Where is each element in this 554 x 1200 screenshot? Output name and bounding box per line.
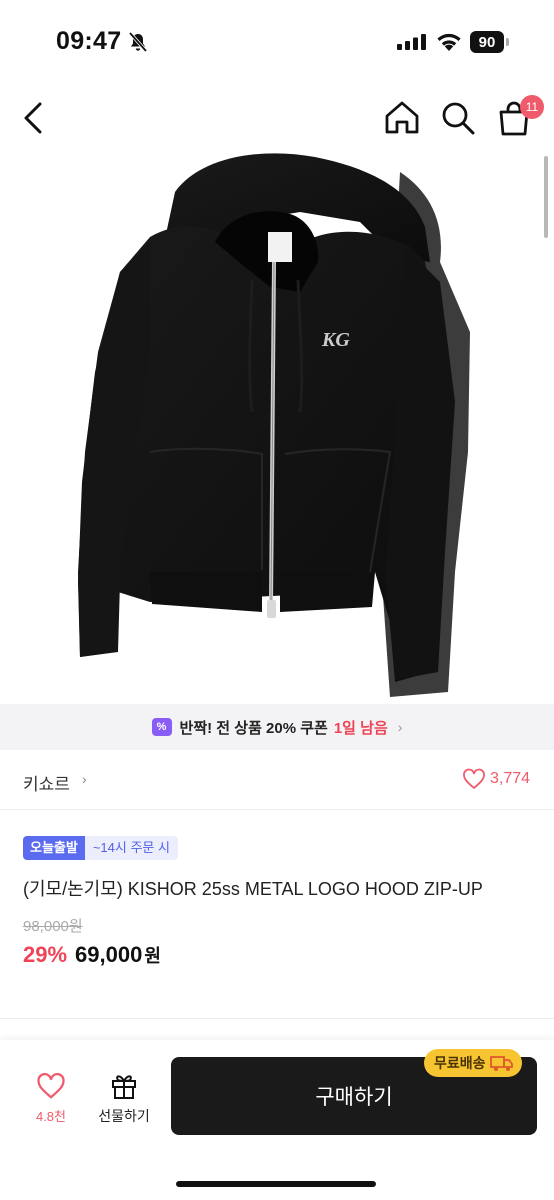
section-divider [0,1018,554,1019]
chevron-right-icon: › [82,771,87,787]
original-price: 98,000원 [23,918,83,935]
discount-rate: 29% [23,942,68,967]
bell-off-icon [128,31,148,53]
battery-tip [506,38,509,46]
heart-outline-icon [463,768,485,790]
coupon-banner[interactable]: % 반짝! 전 상품 20% 쿠폰 1일 남음 › [0,704,554,750]
coupon-icon: % [151,718,172,736]
heart-outline-icon [37,1073,65,1099]
search-icon[interactable] [438,98,478,138]
coupon-remaining: 1일 남음 [333,719,388,737]
chevron-right-icon: › [397,719,403,735]
battery-level: 90 [470,31,504,53]
wishlist-count: 4.8천 [35,1109,67,1124]
coupon-text: 반짝! 전 상품 20% 쿠폰 [179,719,328,737]
cellular-signal-icon [397,34,426,50]
like-count: 3,774 [490,770,531,787]
today-shipping-badge: 오늘출발 [23,836,85,860]
truck-icon [489,1056,513,1071]
currency-unit: 원 [144,946,161,966]
sale-price: 69,000 [75,942,143,967]
product-info: 오늘출발 ~14시 주문 시 (기모/논기모) KISHOR 25ss META… [23,836,533,968]
hoodie-illustration: KG [78,153,470,697]
gift-icon [112,1075,136,1099]
metal-logo: KG [321,329,350,351]
product-title: (기모/논기모) KISHOR 25ss METAL LOGO HOOD ZIP… [23,879,483,899]
status-time: 09:47 [56,27,122,55]
brand-link[interactable]: 키쇼르 [23,770,70,795]
battery-indicator: 90 [470,31,510,53]
back-arrow-icon[interactable] [18,98,50,138]
product-image[interactable]: KG [0,152,554,704]
brand-row: 키쇼르 › 3,774 [0,750,554,810]
free-shipping-label: 무료배송 [434,1055,486,1071]
cart-count-badge: 11 [520,95,544,119]
scroll-indicator [544,156,548,238]
order-cutoff-badge: ~14시 주문 시 [84,836,178,860]
brand-like-button[interactable]: 3,774 [462,768,530,790]
wishlist-button[interactable]: 4.8천 [28,1072,74,1132]
delivery-badges: 오늘출발 ~14시 주문 시 [23,836,533,860]
price-row: 29% 69,000 원 [23,942,533,968]
gift-button[interactable]: 선물하기 [92,1070,156,1132]
top-navigation [0,88,554,152]
wifi-icon [437,33,461,51]
free-shipping-badge: 무료배송 [424,1049,522,1077]
status-bar: 09:47 90 [0,0,554,84]
home-icon[interactable] [382,98,422,138]
home-indicator [176,1181,376,1187]
gift-label: 선물하기 [98,1108,150,1124]
